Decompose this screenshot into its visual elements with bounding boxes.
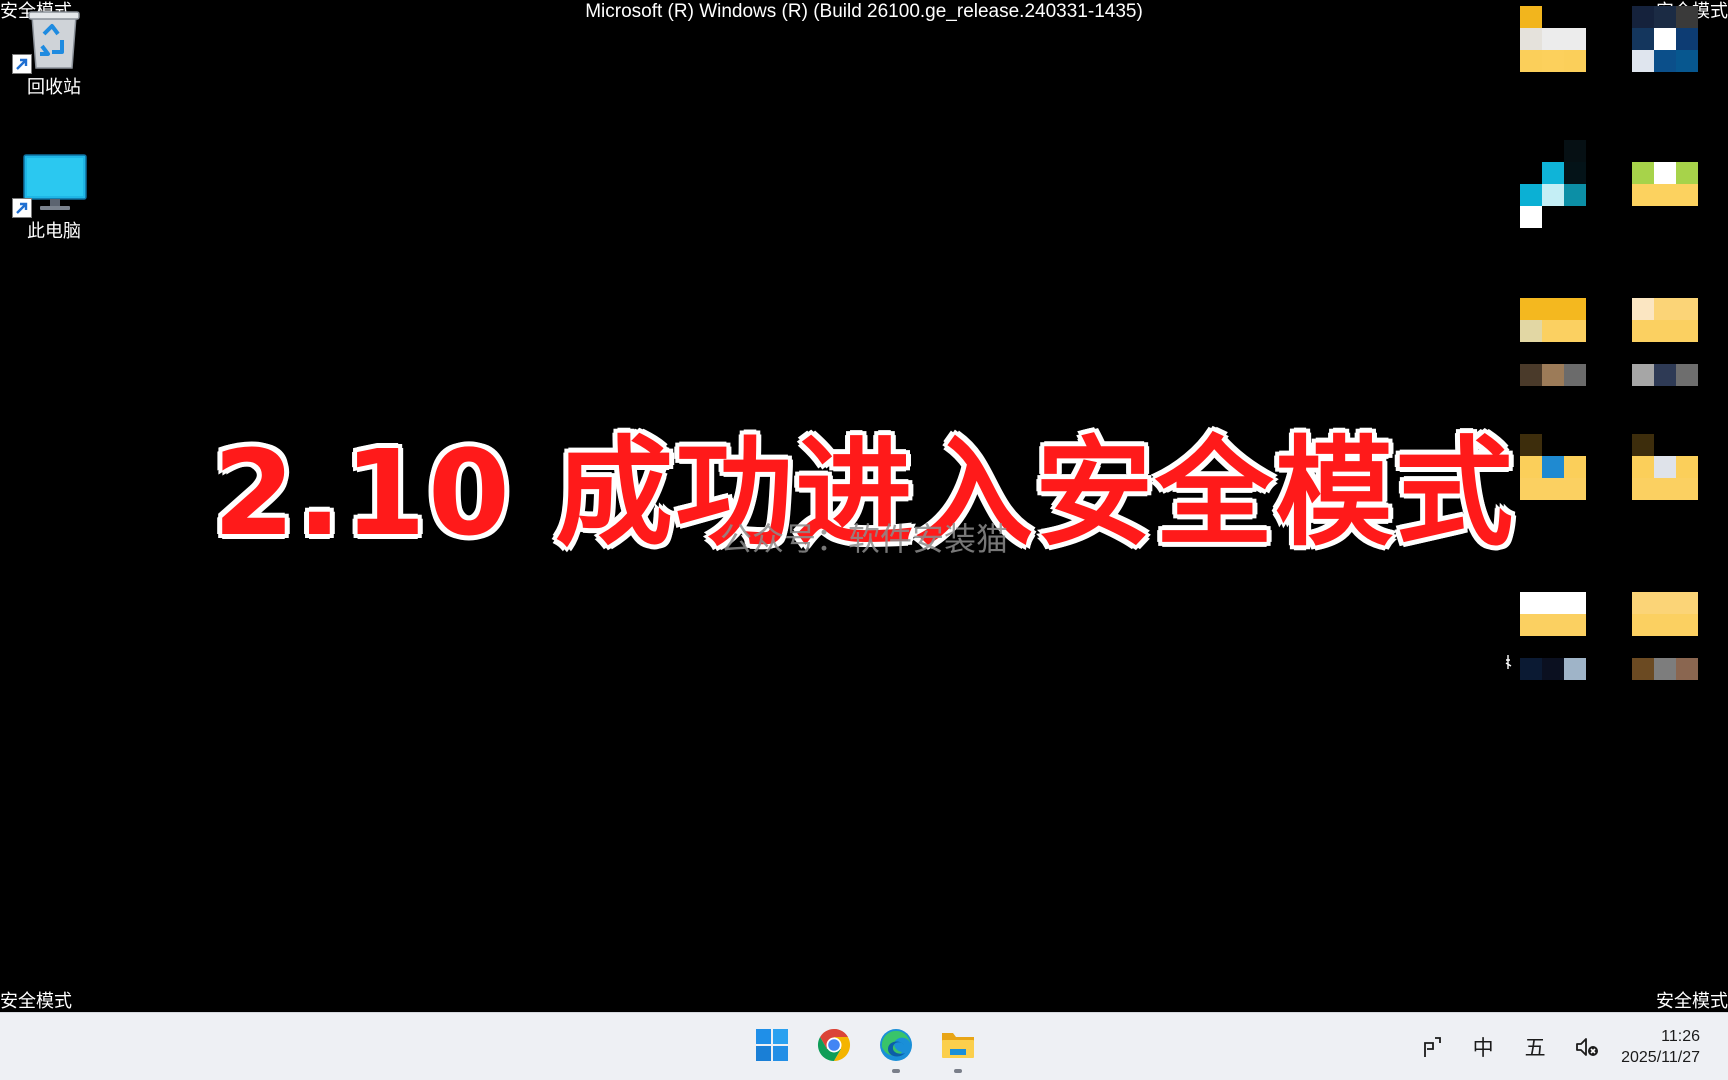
safe-mode-label-bottom-left: 安全模式	[0, 991, 72, 1011]
blurred-desktop-icon[interactable]	[1520, 6, 1586, 72]
clock-date: 2025/11/27	[1621, 1049, 1700, 1066]
ime-language-indicator[interactable]: 中	[1462, 1027, 1504, 1067]
running-indicator	[954, 1069, 962, 1073]
folder-icon	[940, 1029, 976, 1066]
shortcut-arrow-icon	[12, 198, 32, 218]
safe-mode-label-bottom-right: 安全模式	[1656, 991, 1728, 1011]
blurred-desktop-icon[interactable]	[1520, 298, 1586, 386]
monitor-icon	[12, 150, 90, 218]
blurred-desktop-icon[interactable]	[1632, 592, 1698, 680]
blurred-desktop-icon[interactable]	[1520, 140, 1586, 228]
running-indicator	[892, 1069, 900, 1073]
taskbar-file-explorer-button[interactable]	[936, 1021, 980, 1073]
chrome-icon	[816, 1027, 852, 1068]
watermark: 公众号：软件安装猫	[719, 520, 1008, 558]
desktop-screen: Microsoft (R) Windows (R) (Build 26100.g…	[0, 0, 1728, 1080]
taskbar-apps	[750, 1021, 980, 1073]
desktop-icon-this-pc[interactable]: 此电脑	[4, 150, 104, 242]
taskbar-edge-button[interactable]	[874, 1021, 918, 1073]
windows-logo-icon	[755, 1028, 789, 1067]
clock-time: 11:26	[1661, 1028, 1700, 1045]
build-title: Microsoft (R) Windows (R) (Build 26100.g…	[585, 1, 1143, 22]
recycle-bin-label: 回收站	[27, 77, 81, 97]
pen-input-icon[interactable]	[1410, 1027, 1452, 1067]
shortcut-arrow-icon	[12, 54, 32, 74]
blurred-desktop-icon[interactable]	[1520, 592, 1586, 680]
ime-mode-indicator[interactable]: 五	[1514, 1027, 1556, 1067]
this-pc-label: 此电脑	[27, 221, 81, 241]
taskbar-chrome-button[interactable]	[812, 1021, 856, 1073]
recycle-bin-icon	[12, 6, 90, 74]
edge-icon	[878, 1027, 914, 1068]
mouse-cursor-icon	[1505, 654, 1513, 670]
desktop-icon-recycle-bin[interactable]: 回收站	[4, 6, 104, 98]
blurred-desktop-icon[interactable]	[1632, 298, 1698, 386]
blurred-desktop-icon[interactable]	[1632, 6, 1698, 72]
blurred-desktop-icon[interactable]	[1632, 162, 1698, 206]
system-tray: 中 五 11:26 2025/11/27	[1405, 1013, 1728, 1080]
taskbar: 中 五 11:26 2025/11/27	[0, 1012, 1728, 1080]
taskbar-clock[interactable]: 11:26 2025/11/27	[1621, 1026, 1700, 1068]
start-button[interactable]	[750, 1021, 794, 1073]
speaker-muted-icon[interactable]	[1566, 1027, 1608, 1067]
